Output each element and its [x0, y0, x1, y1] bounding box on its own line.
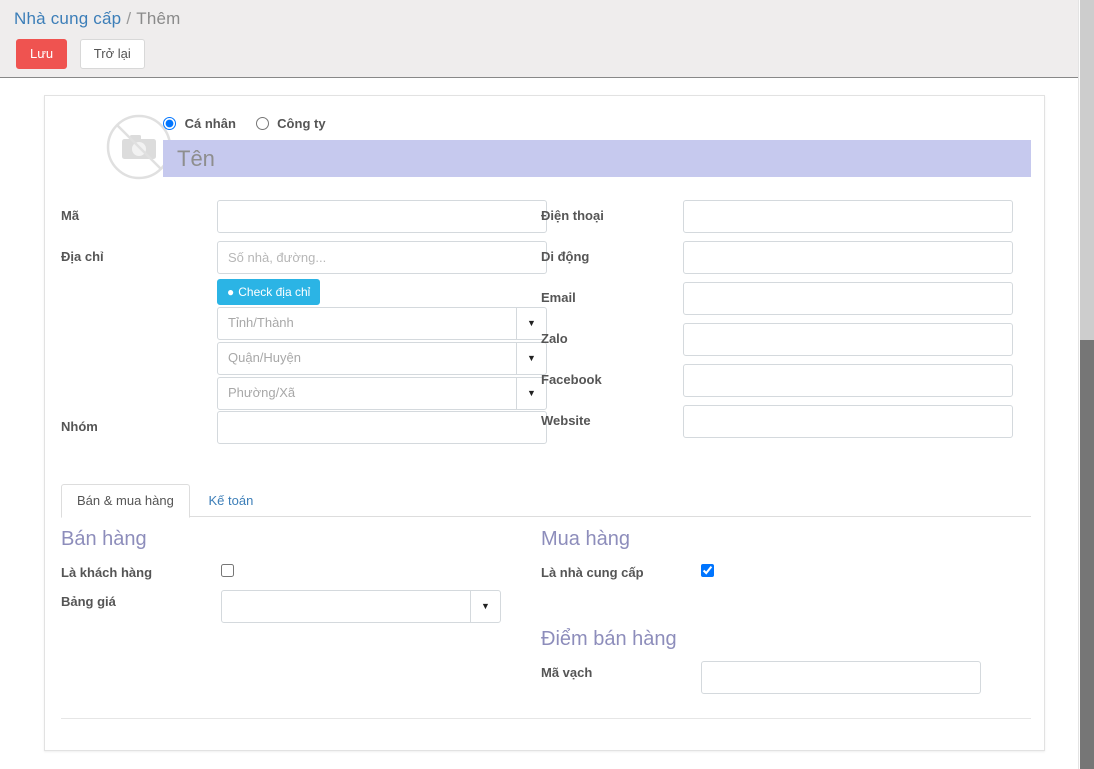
scrollbar-thumb[interactable]	[1080, 340, 1094, 769]
name-input[interactable]	[163, 140, 1031, 177]
radio-input-ca-nhan[interactable]	[163, 117, 176, 130]
radio-option-ca-nhan[interactable]: Cá nhân	[163, 116, 236, 131]
radio-option-cong-ty[interactable]: Công ty	[255, 116, 326, 131]
save-button[interactable]: Lưu	[16, 39, 68, 69]
tab-ban-mua-hang[interactable]: Bán & mua hàng	[61, 484, 190, 518]
radio-input-cong-ty[interactable]	[255, 117, 269, 130]
action-button-bar: Lưu Trở lại	[16, 39, 145, 69]
label-website: Website	[541, 413, 591, 428]
scrollbar-track[interactable]	[1080, 0, 1094, 340]
field-row-code: Mã	[61, 200, 547, 241]
label-group: Nhóm	[61, 419, 98, 434]
label-phone: Điện thoại	[541, 208, 604, 223]
phone-input[interactable]	[683, 200, 1013, 233]
chevron-down-icon: ▼	[470, 591, 500, 622]
breadcrumb-link-supplier[interactable]: Nhà cung cấp	[14, 9, 121, 28]
page-header: Nhà cung cấp / Thêm Lưu Trở lại	[0, 0, 1078, 78]
supplier-form-card: Cá nhân Công ty Mã Địa chỉ ●Check địa ch…	[44, 95, 1045, 751]
tab-ke-toan[interactable]: Kế toán	[193, 485, 268, 519]
district-select[interactable]: Quận/Huyện ▼	[217, 342, 547, 375]
row-is-supplier: Là nhà cung cấp	[541, 561, 1011, 590]
province-select[interactable]: Tỉnh/Thành ▼	[217, 307, 547, 340]
map-pin-icon: ●	[227, 285, 235, 299]
label-address: Địa chỉ	[61, 249, 104, 264]
is-customer-checkbox[interactable]	[221, 564, 234, 577]
purchase-section: Mua hàng Là nhà cung cấp Điểm bán hàng M…	[541, 528, 1011, 694]
email-input[interactable]	[683, 282, 1013, 315]
ward-select[interactable]: Phường/Xã ▼	[217, 377, 547, 410]
address-controls: ●Check địa chỉ Tỉnh/Thành ▼ Quận/Huyện ▼…	[217, 241, 549, 410]
field-row-mobile: Di động	[541, 241, 1013, 282]
mobile-input[interactable]	[683, 241, 1013, 274]
breadcrumb-separator: /	[126, 9, 132, 28]
is-supplier-checkbox[interactable]	[701, 564, 714, 577]
field-row-group: Nhóm	[61, 411, 547, 452]
row-is-customer: Là khách hàng	[61, 561, 531, 590]
row-price-list: Bảng giá ▼	[61, 590, 531, 630]
label-barcode: Mã vạch	[541, 665, 593, 680]
group-input[interactable]	[217, 411, 547, 444]
sales-section-title: Bán hàng	[61, 528, 147, 550]
purchase-section-title: Mua hàng	[541, 528, 630, 550]
check-address-label: Check địa chỉ	[238, 285, 311, 299]
page-scrollbar[interactable]	[1078, 0, 1094, 769]
field-row-email: Email	[541, 282, 1013, 323]
code-input[interactable]	[217, 200, 547, 233]
label-code: Mã	[61, 208, 80, 223]
facebook-input[interactable]	[683, 364, 1013, 397]
label-is-customer: Là khách hàng	[61, 565, 153, 580]
ward-select-value: Phường/Xã	[228, 385, 296, 400]
radio-label-cong-ty: Công ty	[277, 116, 326, 131]
website-input[interactable]	[683, 405, 1013, 438]
right-form-column: Điện thoại Di động Email Zalo Facebook W…	[541, 200, 1013, 446]
district-select-value: Quận/Huyện	[228, 350, 301, 365]
label-is-supplier: Là nhà cung cấp	[541, 565, 644, 580]
field-row-website: Website	[541, 405, 1013, 446]
check-address-button[interactable]: ● Check địa chỉ	[217, 279, 321, 305]
label-price-list: Bảng giá	[61, 594, 116, 609]
field-row-address: Địa chỉ ●Check địa chỉ Tỉnh/Thành ▼ Quận…	[61, 241, 547, 411]
barcode-input[interactable]	[701, 661, 981, 694]
breadcrumb-current: Thêm	[136, 9, 181, 28]
entity-type-radio-group: Cá nhân Công ty	[163, 116, 342, 131]
label-zalo: Zalo	[541, 331, 568, 346]
province-select-value: Tỉnh/Thành	[228, 315, 294, 330]
left-form-column: Mã Địa chỉ ●Check địa chỉ Tỉnh/Thành ▼ Q…	[61, 200, 547, 452]
address-street-input[interactable]	[217, 241, 547, 274]
pos-section-title: Điểm bán hàng	[541, 628, 677, 650]
breadcrumb: Nhà cung cấp / Thêm	[14, 9, 181, 29]
label-facebook: Facebook	[541, 372, 602, 387]
radio-label-ca-nhan: Cá nhân	[184, 116, 236, 131]
field-row-phone: Điện thoại	[541, 200, 1013, 241]
label-mobile: Di động	[541, 249, 590, 264]
field-row-facebook: Facebook	[541, 364, 1013, 405]
sales-section: Bán hàng Là khách hàng Bảng giá ▼	[61, 528, 531, 630]
tab-bar: Bán & mua hàng Kế toán	[61, 483, 1031, 519]
bottom-divider	[61, 718, 1031, 719]
label-email: Email	[541, 290, 576, 305]
field-row-zalo: Zalo	[541, 323, 1013, 364]
zalo-input[interactable]	[683, 323, 1013, 356]
price-list-select[interactable]: ▼	[221, 590, 501, 623]
row-barcode: Mã vạch	[541, 661, 1011, 694]
back-button[interactable]: Trở lại	[79, 39, 145, 69]
